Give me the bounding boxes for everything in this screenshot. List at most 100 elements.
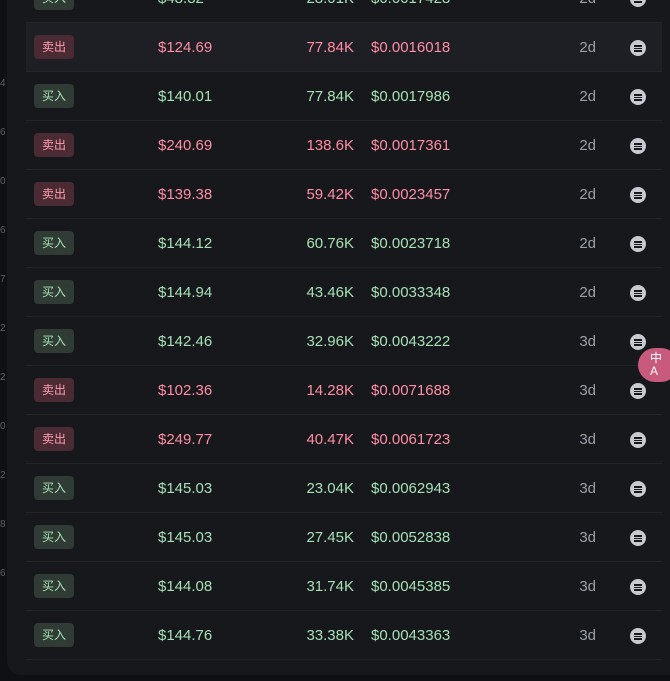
- side-badge: 买入: [34, 0, 74, 10]
- trade-age: 3d: [579, 382, 596, 399]
- list-menu-icon[interactable]: [630, 40, 646, 56]
- usd-value: $144.08: [158, 578, 213, 595]
- side-badge: 卖出: [34, 35, 74, 59]
- token-price: $0.0023718: [371, 235, 451, 252]
- trade-row[interactable]: 买入 $144.12 60.76K $0.0023718 2d: [26, 219, 662, 268]
- trade-age: 2d: [579, 284, 596, 301]
- list-menu-icon[interactable]: [630, 89, 646, 105]
- list-menu-icon[interactable]: [630, 138, 646, 154]
- list-menu-icon[interactable]: [630, 187, 646, 203]
- translate-widget-line2: A: [650, 364, 659, 378]
- side-badge: 买入: [34, 84, 74, 108]
- usd-value: $145.03: [158, 529, 213, 546]
- usd-value: $140.01: [158, 88, 213, 105]
- trade-age: 3d: [579, 627, 596, 644]
- usd-value: $48.82: [158, 0, 204, 23]
- trade-age: 2d: [579, 39, 596, 56]
- side-badge: 买入: [34, 623, 74, 647]
- trade-row[interactable]: 卖出 $124.69 77.84K $0.0016018 2d: [26, 23, 662, 72]
- token-price: $0.0043222: [371, 333, 451, 350]
- usd-value: $144.76: [158, 627, 213, 644]
- trade-row[interactable]: 买入 $144.08 31.74K $0.0045385 3d: [26, 562, 662, 611]
- edge-fragment: 6: [0, 568, 6, 579]
- side-badge: 买入: [34, 525, 74, 549]
- usd-value: $144.12: [158, 235, 213, 252]
- edge-fragment: 2: [0, 470, 6, 481]
- token-amount: 59.42K: [306, 186, 354, 203]
- token-price: $0.0023457: [371, 186, 451, 203]
- trade-row[interactable]: 买入 $144.76 33.38K $0.0043363 3d: [26, 611, 662, 660]
- side-badge: 买入: [34, 231, 74, 255]
- usd-value: $142.46: [158, 333, 213, 350]
- edge-fragment: 6: [0, 225, 6, 236]
- trade-row[interactable]: 卖出 $240.69 138.6K $0.0017361 2d: [26, 121, 662, 170]
- trade-row[interactable]: 买入 $145.03 27.45K $0.0052838 3d: [26, 513, 662, 562]
- side-badge: 卖出: [34, 427, 74, 451]
- trade-row[interactable]: 买入 $145.03 23.04K $0.0062943 3d: [26, 464, 662, 513]
- token-price: $0.0062943: [371, 480, 451, 497]
- edge-fragment: 0: [0, 176, 6, 187]
- list-menu-icon[interactable]: [630, 481, 646, 497]
- token-amount: 77.84K: [306, 88, 354, 105]
- trade-age: 2d: [579, 186, 596, 203]
- edge-fragment: 2: [0, 372, 6, 383]
- list-menu-icon[interactable]: [630, 334, 646, 350]
- token-price: $0.0017986: [371, 88, 451, 105]
- token-price: $0.0017428: [371, 0, 450, 23]
- list-menu-icon[interactable]: [630, 628, 646, 644]
- usd-value: $249.77: [158, 431, 213, 448]
- token-amount: 32.96K: [306, 333, 354, 350]
- trade-age: 2d: [579, 88, 596, 105]
- usd-value: $240.69: [158, 137, 213, 154]
- token-price: $0.0061723: [371, 431, 451, 448]
- trade-age: 2d: [566, 0, 596, 23]
- usd-value: $102.36: [158, 382, 213, 399]
- trade-age: 2d: [579, 235, 596, 252]
- side-badge: 买入: [34, 476, 74, 500]
- trade-row[interactable]: 卖出 $249.77 40.47K $0.0061723 3d: [26, 415, 662, 464]
- side-badge: 买入: [34, 280, 74, 304]
- token-amount: 33.38K: [306, 627, 354, 644]
- usd-value: $124.69: [158, 39, 213, 56]
- trade-age: 3d: [579, 480, 596, 497]
- trade-row[interactable]: 买入 $140.01 77.84K $0.0017986 2d: [26, 72, 662, 121]
- trade-row[interactable]: 卖出 $139.38 59.42K $0.0023457 2d: [26, 170, 662, 219]
- list-menu-icon[interactable]: [630, 0, 646, 7]
- list-menu-icon[interactable]: [630, 579, 646, 595]
- token-amount: 27.45K: [306, 529, 354, 546]
- side-badge: 卖出: [34, 182, 74, 206]
- trade-row[interactable]: 卖出 $102.36 14.28K $0.0071688 3d: [26, 366, 662, 415]
- list-menu-icon[interactable]: [630, 530, 646, 546]
- edge-fragment: 0: [0, 421, 6, 432]
- edge-fragment: 6: [0, 127, 6, 138]
- list-menu-icon[interactable]: [630, 383, 646, 399]
- trade-age: 3d: [579, 578, 596, 595]
- list-menu-icon[interactable]: [630, 285, 646, 301]
- token-amount: 31.74K: [306, 578, 354, 595]
- list-menu-icon[interactable]: [630, 236, 646, 252]
- token-amount: 77.84K: [306, 39, 354, 56]
- translate-widget[interactable]: 中 A: [638, 348, 670, 382]
- side-badge: 卖出: [34, 378, 74, 402]
- usd-value: $144.94: [158, 284, 213, 301]
- usd-value: $145.03: [158, 480, 213, 497]
- edge-fragment: 8: [0, 519, 6, 530]
- trades-panel: 买入 $48.82 28.01K $0.0017428 2d 卖出 $124.69 77.84…: [7, 0, 670, 675]
- list-menu-icon[interactable]: [630, 432, 646, 448]
- token-price: $0.0017361: [371, 137, 451, 154]
- edge-fragment: 7: [0, 274, 6, 285]
- token-amount: 60.76K: [306, 235, 354, 252]
- token-amount: 43.46K: [306, 284, 354, 301]
- token-amount: 23.04K: [306, 480, 354, 497]
- token-amount: 40.47K: [306, 431, 354, 448]
- trade-age: 3d: [579, 431, 596, 448]
- trade-row[interactable]: 买入 $144.94 43.46K $0.0033348 2d: [26, 268, 662, 317]
- token-price: $0.0043363: [371, 627, 451, 644]
- token-price: $0.0016018: [371, 39, 451, 56]
- trade-row[interactable]: 买入 $48.82 28.01K $0.0017428 2d: [26, 0, 662, 23]
- token-amount: 138.6K: [306, 137, 354, 154]
- token-amount: 14.28K: [306, 382, 354, 399]
- trade-row[interactable]: 买入 $142.46 32.96K $0.0043222 3d: [26, 317, 662, 366]
- trade-age: 2d: [579, 137, 596, 154]
- trade-age: 3d: [579, 333, 596, 350]
